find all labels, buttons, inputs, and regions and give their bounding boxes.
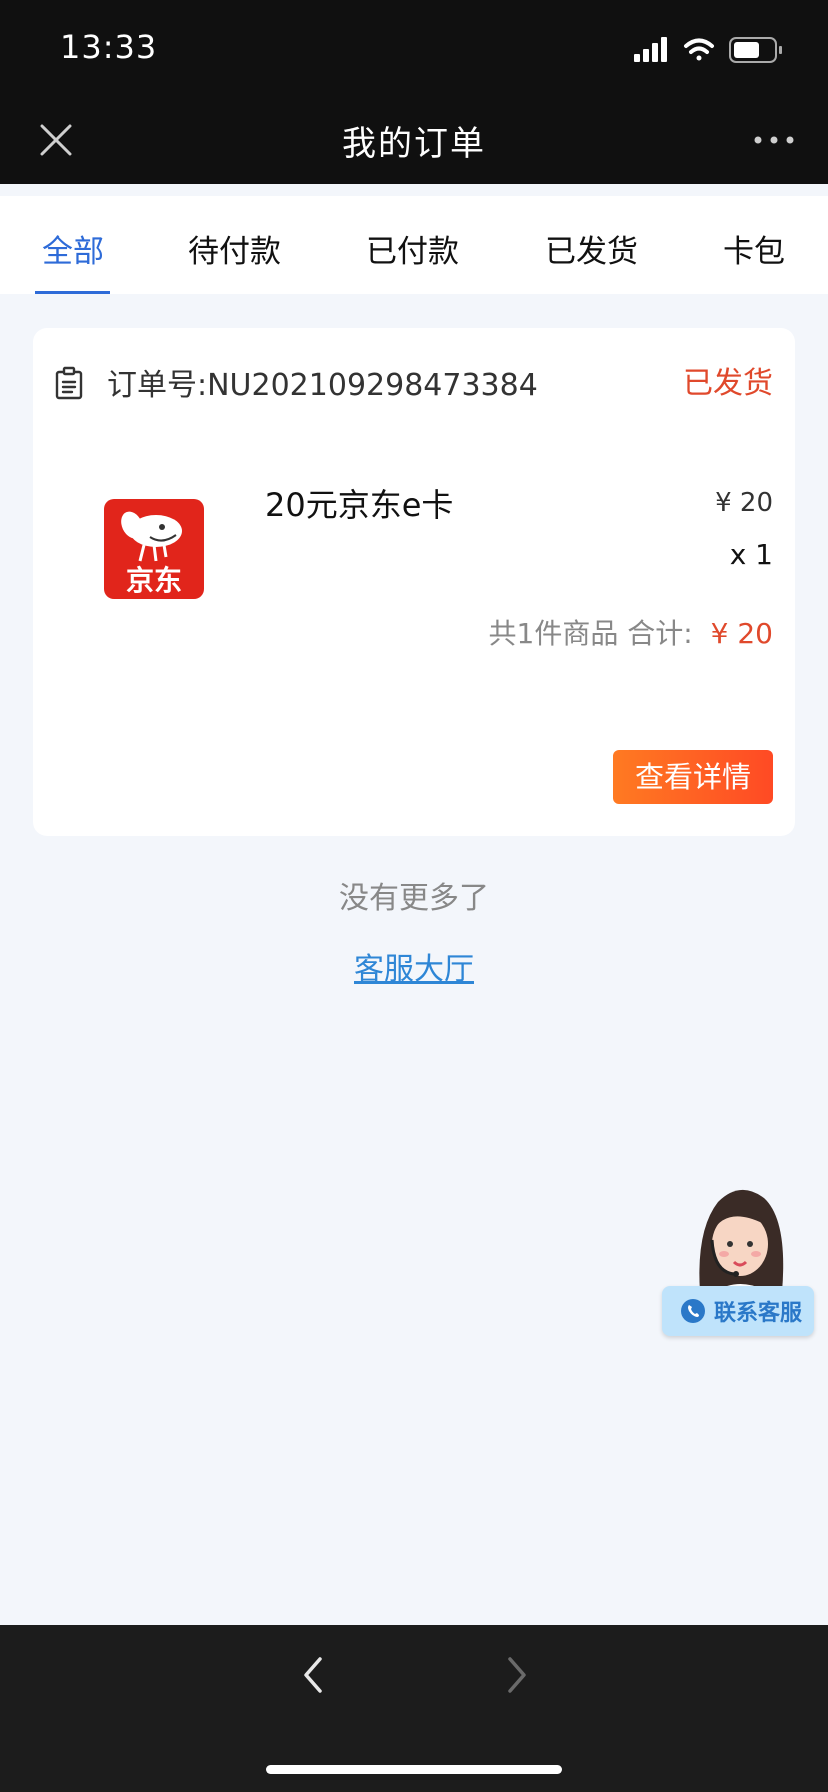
- jd-logo-text: 京东: [125, 564, 182, 597]
- order-card[interactable]: 订单号:NU202109298473384 已发货 京东 20元京东e卡 ¥ 2…: [33, 328, 795, 836]
- tab-card-wallet[interactable]: 卡包: [723, 226, 785, 271]
- jd-logo-image: 京东: [104, 499, 204, 599]
- status-icons: [634, 37, 782, 63]
- phone-icon: [681, 1299, 705, 1323]
- order-summary: 共1件商品 合计: ¥ 20: [489, 612, 774, 652]
- home-indicator: [266, 1765, 562, 1774]
- more-icon[interactable]: [750, 126, 798, 154]
- order-status-badge: 已发货: [683, 366, 773, 401]
- close-icon[interactable]: [34, 118, 78, 162]
- no-more-text: 没有更多了: [339, 881, 489, 916]
- tab-paid[interactable]: 已付款: [366, 226, 459, 271]
- status-time: 13:33: [60, 28, 158, 66]
- view-details-button[interactable]: 查看详情: [613, 750, 773, 804]
- service-hall-link[interactable]: 客服大厅: [0, 944, 828, 988]
- product-quantity: x 1: [729, 538, 773, 571]
- tab-pending-payment[interactable]: 待付款: [188, 226, 281, 271]
- wifi-icon: [684, 38, 714, 61]
- tab-shipped[interactable]: 已发货: [545, 226, 638, 271]
- product-name: 20元京东e卡: [265, 486, 454, 524]
- contact-support-widget[interactable]: 联系客服: [660, 1180, 820, 1340]
- active-tab-indicator: [35, 291, 110, 294]
- product-price: ¥ 20: [715, 488, 773, 518]
- order-total: ¥ 20: [710, 617, 773, 650]
- signal-icon: [634, 37, 667, 62]
- order-list-icon: [55, 366, 83, 400]
- contact-support-button[interactable]: 联系客服: [662, 1286, 814, 1336]
- tab-all[interactable]: 全部: [42, 226, 104, 271]
- chevron-right-icon[interactable]: [502, 1655, 532, 1695]
- order-number: 订单号:NU202109298473384: [107, 368, 538, 403]
- contact-support-label: 联系客服: [714, 1301, 803, 1326]
- battery-icon: [729, 37, 782, 63]
- order-tabs: 全部 待付款 已付款 已发货 卡包: [0, 196, 828, 294]
- summary-label: 共1件商品 合计:: [488, 617, 693, 650]
- support-agent-avatar: [699, 1189, 784, 1292]
- page-title: 我的订单: [342, 124, 486, 164]
- chevron-left-icon[interactable]: [298, 1655, 328, 1695]
